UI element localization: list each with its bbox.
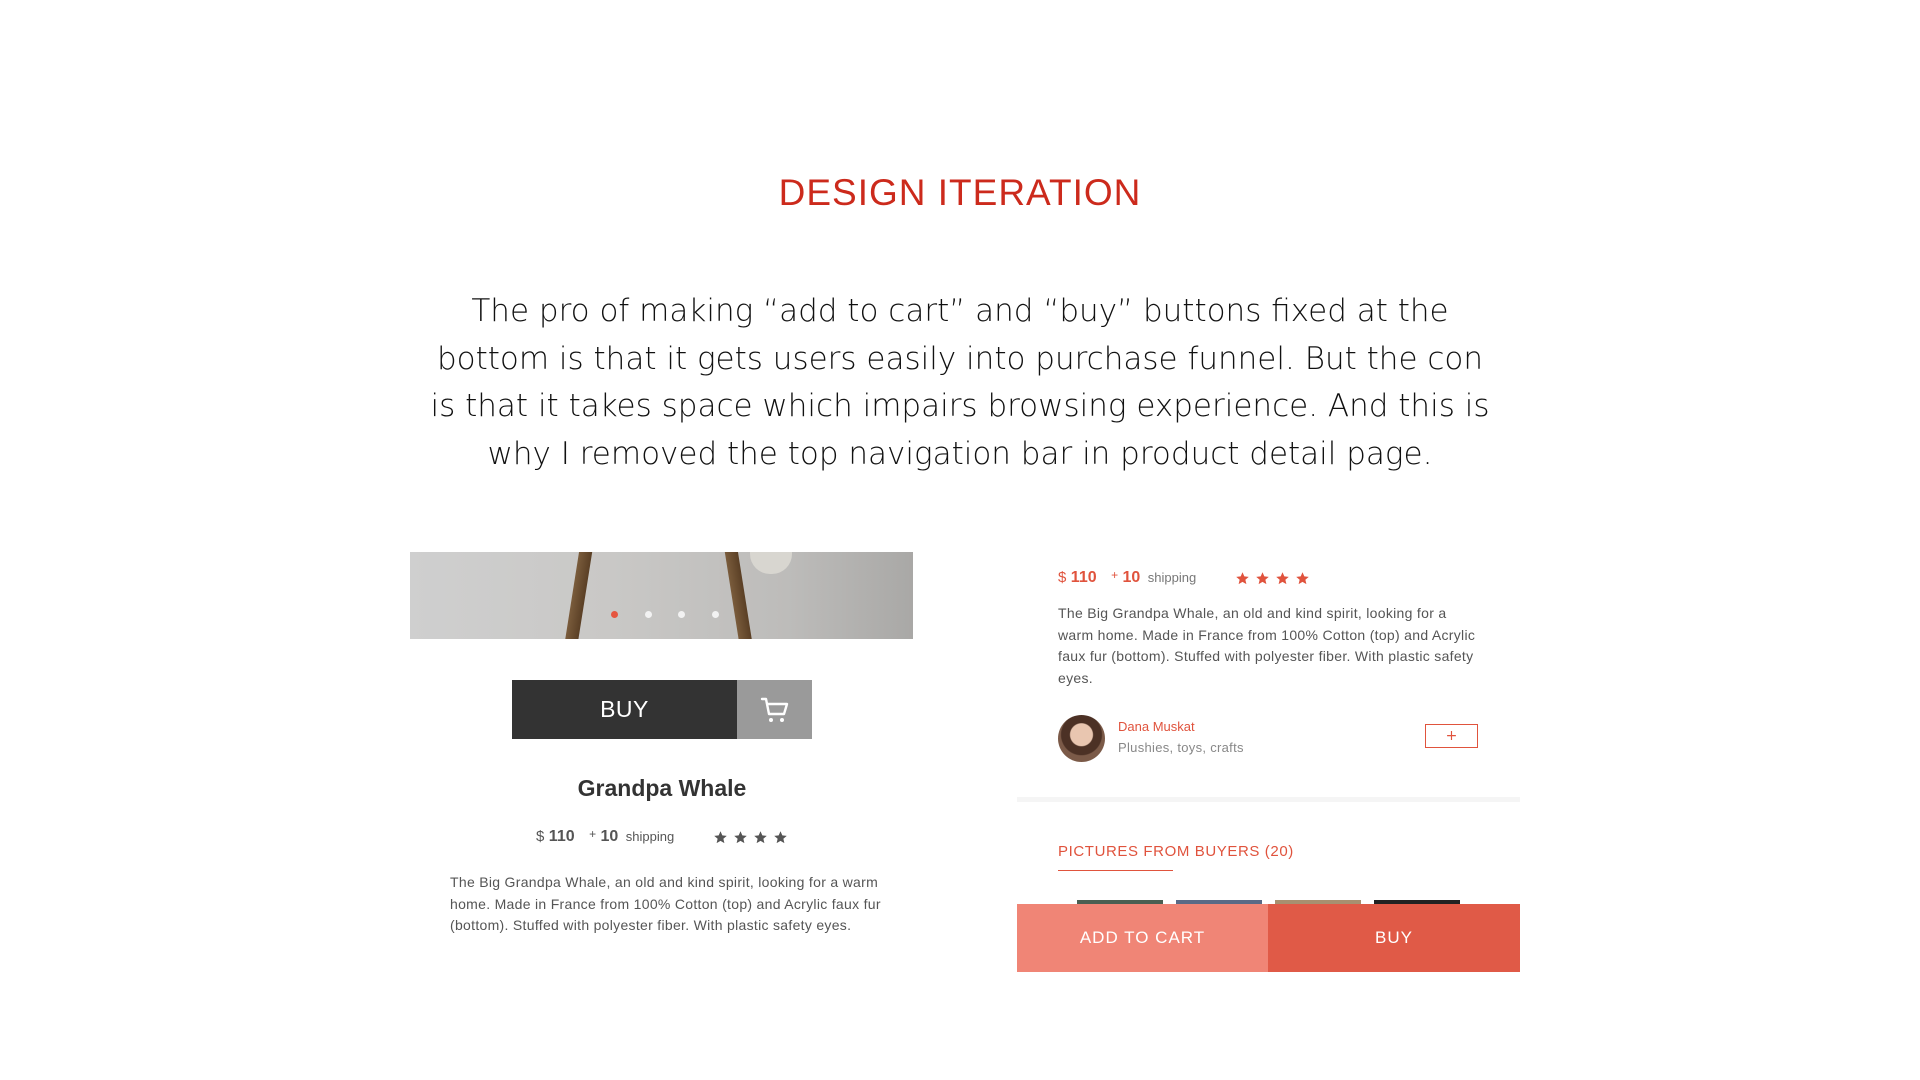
price-row: $ 110 + 10 shipping: [1058, 568, 1196, 587]
star-icon: [734, 831, 747, 844]
seller-avatar[interactable]: [1058, 715, 1105, 762]
seller-category: Plushies, toys, crafts: [1118, 740, 1244, 755]
product-description: The Big Grandpa Whale, an old and kind s…: [450, 874, 881, 933]
buy-button[interactable]: BUY: [1268, 904, 1520, 972]
star-icon: [1236, 572, 1249, 585]
price-value: 110: [1070, 569, 1097, 586]
rating-stars: [713, 830, 788, 845]
star-icon: [1276, 572, 1289, 585]
carousel-dot[interactable]: [712, 611, 719, 618]
section-divider: [1017, 797, 1520, 802]
currency: $: [536, 828, 545, 845]
star-icon: [1256, 572, 1269, 585]
intro-paragraph: The pro of making “add to cart” and “buy…: [430, 293, 1490, 472]
follow-button[interactable]: +: [1425, 724, 1478, 748]
right-mockup: $ 110 + 10 shipping The Big Grandpa Whal…: [1017, 545, 1520, 972]
shipping-label: shipping: [1147, 570, 1197, 585]
carousel-dot[interactable]: [645, 611, 652, 618]
product-image[interactable]: [410, 552, 913, 639]
section-title: DESIGN ITERATION: [778, 172, 1142, 213]
carousel-dot[interactable]: [611, 611, 618, 618]
add-to-cart-button[interactable]: [737, 680, 812, 739]
price-value: 110: [548, 828, 575, 845]
product-description: The Big Grandpa Whale, an old and kind s…: [1058, 605, 1476, 686]
shipping-amount: 10: [600, 828, 619, 845]
shipping-plus: +: [589, 827, 597, 841]
fixed-bottom-bar: ADD TO CART BUY: [1017, 904, 1520, 972]
shipping-amount: 10: [1122, 569, 1141, 586]
star-icon: [714, 831, 727, 844]
buy-button[interactable]: BUY: [512, 680, 737, 739]
star-icon: [1296, 572, 1309, 585]
shipping-label: shipping: [625, 829, 675, 844]
buy-button-group: BUY: [512, 680, 812, 739]
rating-stars: [1235, 571, 1310, 586]
star-icon: [754, 831, 767, 844]
carousel-dots[interactable]: [410, 611, 913, 621]
shipping-plus: +: [1111, 568, 1119, 582]
buyer-pictures-underline: [1058, 870, 1173, 871]
buyer-pictures-title[interactable]: PICTURES FROM BUYERS (20): [1058, 843, 1294, 860]
currency: $: [1058, 569, 1067, 586]
seller-name[interactable]: Dana Muskat: [1118, 719, 1195, 734]
price-row: $ 110 + 10 shipping: [536, 827, 674, 846]
carousel-dot[interactable]: [678, 611, 685, 618]
shopping-cart-icon: [760, 697, 788, 722]
star-icon: [774, 831, 787, 844]
add-to-cart-button[interactable]: ADD TO CART: [1017, 904, 1268, 972]
